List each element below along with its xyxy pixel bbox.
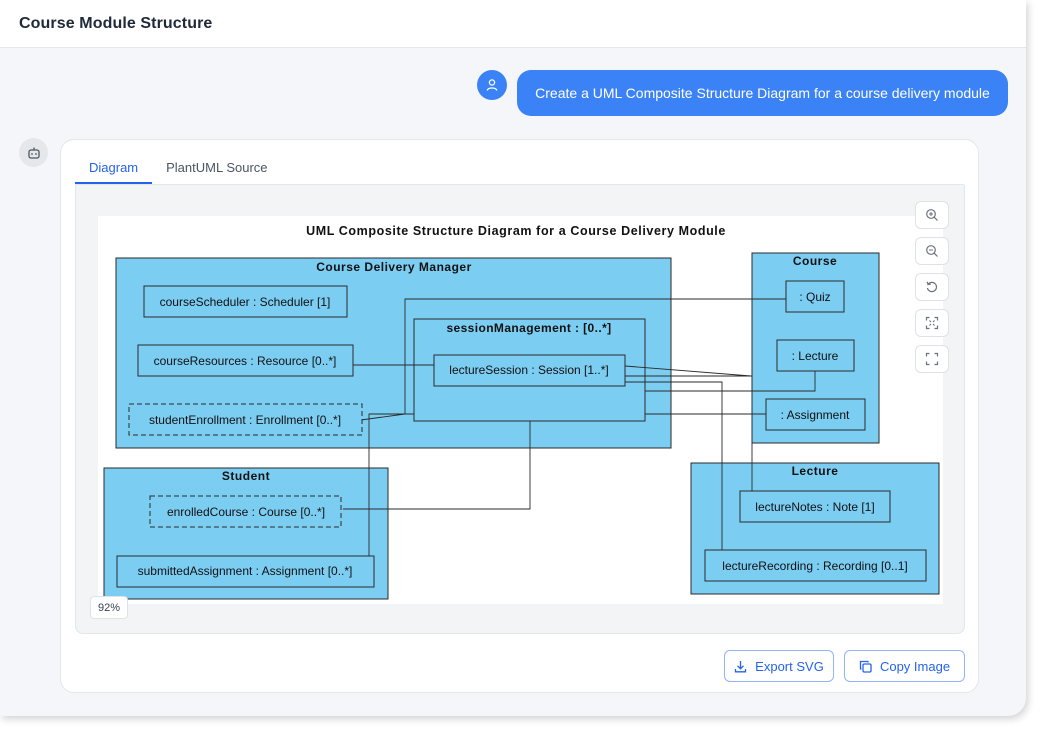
copy-image-button[interactable]: Copy Image: [844, 650, 965, 682]
part-course-resources: courseResources : Resource [0..*]: [137, 344, 354, 377]
reset-icon: [926, 281, 938, 293]
zoom-in-icon: [926, 209, 938, 221]
svg-text:: Lecture: : Lecture: [792, 349, 839, 363]
svg-text:courseScheduler : Scheduler [1: courseScheduler : Scheduler [1]: [160, 295, 331, 309]
export-svg-label: Export SVG: [755, 658, 824, 674]
part-lecture-notes: lectureNotes : Note [1]: [739, 490, 891, 523]
download-icon: [735, 660, 747, 672]
fit-view-icon: [925, 316, 939, 330]
part-enrolled-course: enrolledCourse : Course [0..*]: [149, 495, 342, 528]
tab-diagram[interactable]: Diagram: [75, 154, 153, 184]
diagram-title: UML Composite Structure Diagram for a Co…: [306, 224, 726, 238]
part-submitted-assignment: submittedAssignment : Assignment [0..*]: [116, 555, 375, 588]
zoom-in-button[interactable]: [915, 201, 949, 229]
svg-text:lectureNotes : Note [1]: lectureNotes : Note [1]: [755, 500, 874, 514]
container-label-cdm: Course Delivery Manager: [316, 260, 472, 274]
tab-plantuml-source[interactable]: PlantUML Source: [152, 154, 281, 184]
fit-to-view-button[interactable]: [915, 309, 949, 337]
page-title: Course Module Structure: [19, 15, 213, 32]
diagram-viewport[interactable]: UML Composite Structure Diagram for a Co…: [75, 185, 965, 634]
fullscreen-icon: [925, 352, 939, 366]
uml-diagram: UML Composite Structure Diagram for a Co…: [98, 216, 943, 604]
reset-zoom-button[interactable]: [915, 273, 949, 301]
user-message: Create a UML Composite Structure Diagram…: [517, 70, 1008, 116]
copy-icon: [859, 660, 872, 673]
part-course-scheduler: courseScheduler : Scheduler [1]: [143, 285, 348, 318]
bot-avatar-icon: [19, 138, 48, 167]
svg-text:submittedAssignment : Assignme: submittedAssignment : Assignment [0..*]: [138, 564, 353, 578]
container-label-lecture: Lecture: [792, 464, 839, 478]
svg-text:courseResources : Resource [0.: courseResources : Resource [0..*]: [154, 354, 337, 368]
svg-text:enrolledCourse : Course [0..*]: enrolledCourse : Course [0..*]: [167, 505, 325, 519]
fullscreen-button[interactable]: [915, 345, 949, 373]
container-label-course: Course: [793, 254, 837, 268]
app-window: Course Module Structure Create a UML Com…: [0, 0, 1026, 716]
zoom-level-badge: 92%: [90, 596, 128, 619]
part-quiz: : Quiz: [785, 280, 845, 313]
copy-image-label: Copy Image: [879, 658, 951, 674]
user-avatar-icon: [477, 70, 507, 100]
container-label-student: Student: [222, 469, 270, 483]
part-lecture-session: lectureSession : Session [1..*]: [433, 354, 626, 387]
part-lecture-recording: lectureRecording : Recording [0..1]: [704, 549, 927, 582]
container-label-session: sessionManagement : [0..*]: [446, 321, 611, 335]
svg-text:lectureRecording : Recording [: lectureRecording : Recording [0..1]: [722, 559, 907, 573]
part-assignment: : Assignment: [765, 398, 866, 431]
part-course-lecture: : Lecture: [776, 339, 855, 372]
part-student-enrollment: studentEnrollment : Enrollment [0..*]: [128, 403, 363, 436]
svg-text:: Assignment: : Assignment: [781, 408, 850, 422]
svg-text:studentEnrollment : Enrollment: studentEnrollment : Enrollment [0..*]: [149, 413, 341, 427]
svg-text:: Quiz: : Quiz: [799, 290, 830, 304]
export-svg-button[interactable]: Export SVG: [724, 650, 834, 682]
zoom-out-icon: [926, 245, 938, 257]
app-header: Course Module Structure: [0, 0, 1026, 48]
response-card: Diagram PlantUML Source UML Composite St…: [60, 139, 979, 693]
zoom-out-button[interactable]: [915, 237, 949, 265]
view-tabs: Diagram PlantUML Source: [75, 154, 282, 185]
svg-text:lectureSession : Session [1..*: lectureSession : Session [1..*]: [449, 363, 608, 377]
